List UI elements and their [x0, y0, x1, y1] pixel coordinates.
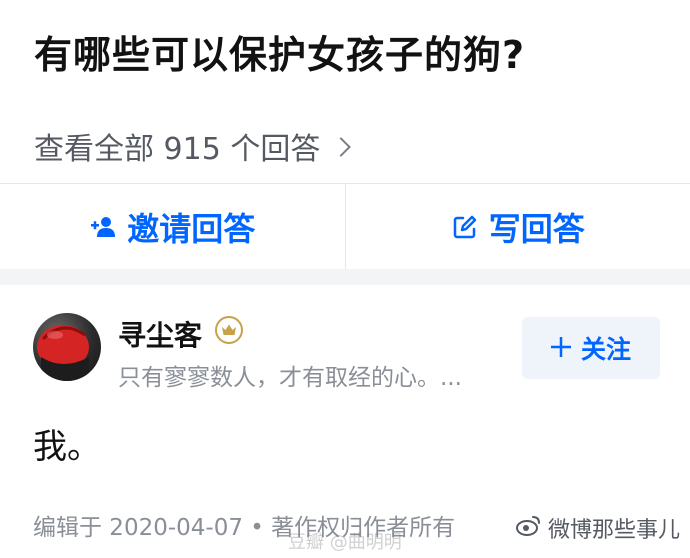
plus-icon [550, 334, 571, 363]
crown-icon [215, 316, 243, 344]
action-bar: 邀请回答 写回答 [0, 183, 690, 270]
view-all-answers-link[interactable]: 查看全部 915 个回答 [34, 124, 352, 168]
watermark-corner-label: 微博那些事儿 [547, 518, 680, 543]
author-bio: 只有寥寥数人，才有取经的心。... [118, 365, 462, 391]
follow-button[interactable]: 关注 [522, 317, 660, 379]
watermark-corner: 微博那些事儿 [515, 512, 680, 544]
add-user-icon [89, 213, 117, 241]
write-answer-label: 写回答 [488, 209, 585, 248]
view-all-label: 查看全部 915 个回答 [34, 132, 321, 167]
invite-answer-label: 邀请回答 [127, 209, 256, 248]
chevron-right-icon [331, 137, 352, 157]
section-divider [0, 269, 690, 285]
edit-icon [451, 213, 479, 241]
weibo-logo-icon [515, 514, 542, 542]
author-name[interactable]: 寻尘客 [118, 314, 202, 354]
invite-answer-button[interactable]: 邀请回答 [0, 184, 345, 269]
write-answer-button[interactable]: 写回答 [344, 184, 690, 269]
question-title[interactable]: 有哪些可以保护女孩子的狗? [34, 24, 525, 79]
watermark-center: 豆瓣 @曲明明 [288, 532, 402, 553]
follow-label: 关注 [580, 335, 631, 364]
author-avatar[interactable] [33, 313, 101, 381]
answer-content[interactable]: 我。 [33, 419, 101, 468]
